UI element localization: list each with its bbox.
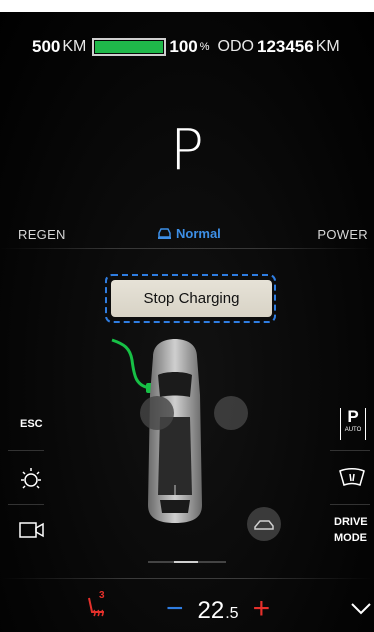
normal-mode[interactable]: Normal — [156, 226, 221, 241]
gear-indicator: P — [170, 118, 204, 183]
left-door-icon[interactable] — [140, 396, 174, 430]
page-indicator-active — [174, 561, 198, 563]
stop-charging-button[interactable]: Stop Charging — [111, 280, 272, 317]
power-mode[interactable]: POWER — [317, 227, 368, 242]
temp-decrease-button[interactable]: − — [166, 594, 184, 624]
auto-label: AUTO — [344, 427, 362, 433]
trunk-icon[interactable] — [246, 506, 282, 542]
page-indicator — [148, 561, 226, 563]
normal-mode-label: Normal — [176, 226, 221, 241]
bottom-divider — [0, 578, 374, 579]
right-divider-2 — [330, 504, 370, 505]
temp-increase-button[interactable]: + — [253, 594, 271, 624]
drive-mode-line2[interactable]: MODE — [334, 532, 367, 544]
odo-unit: KM — [315, 38, 340, 55]
auto-park-button[interactable]: P AUTO — [340, 408, 366, 440]
car-mode-icon — [158, 228, 171, 239]
car-top-view — [148, 339, 202, 523]
right-door-icon[interactable] — [214, 396, 248, 430]
battery-fill — [95, 41, 164, 53]
auto-park-icon: P — [347, 407, 359, 426]
range-unit: KM — [62, 38, 87, 55]
drive-mode-line1[interactable]: DRIVE — [334, 516, 368, 528]
left-divider-2 — [8, 504, 44, 505]
regen-mode[interactable]: REGEN — [18, 227, 66, 242]
status-bar: 500 KM 100 % ODO 123456 KM — [32, 36, 340, 58]
esc-button[interactable]: ESC — [20, 418, 43, 430]
top-edge — [0, 0, 374, 12]
drive-mode-bar: REGEN Normal POWER — [0, 226, 374, 245]
left-divider-1 — [8, 450, 44, 451]
camera-icon[interactable] — [18, 520, 46, 540]
temp-value: 22 — [197, 597, 225, 624]
vehicle-display: 500 KM 100 % ODO 123456 KM P REGEN Norma… — [0, 0, 374, 632]
mode-divider — [0, 248, 374, 249]
odo-value: 123456 — [256, 37, 314, 56]
temperature-control: − 22 .5 + — [166, 594, 270, 625]
right-divider-1 — [330, 450, 370, 451]
light-icon[interactable] — [18, 466, 44, 492]
battery-percent: 100 — [169, 37, 198, 56]
temp-decimal: .5 — [225, 605, 239, 622]
seat-heat-level: 3 — [99, 590, 105, 601]
range-value: 500 — [32, 37, 61, 56]
seat-heat-button[interactable]: 3 — [84, 590, 110, 622]
percent-sign: % — [199, 41, 210, 53]
defrost-icon[interactable] — [338, 466, 366, 488]
chevron-down-icon[interactable] — [350, 602, 372, 616]
odo-label: ODO — [217, 38, 254, 55]
seat-heat-icon — [88, 597, 104, 617]
battery-gauge — [92, 38, 167, 56]
